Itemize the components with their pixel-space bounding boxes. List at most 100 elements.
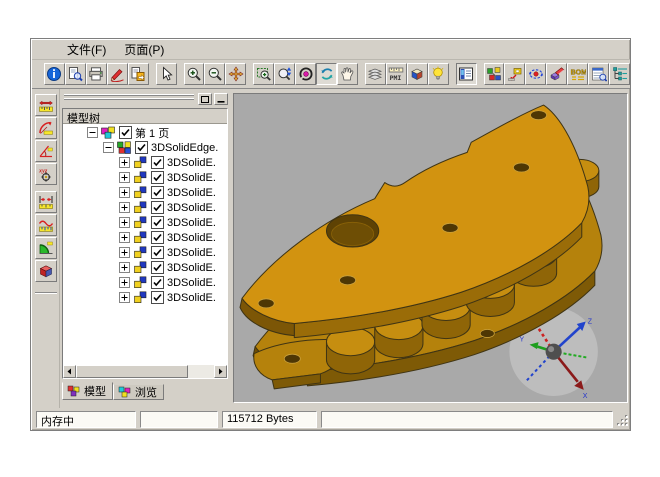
redline-button[interactable] (107, 63, 128, 85)
move-part-button[interactable] (504, 63, 525, 85)
measure-angle-button[interactable] (35, 140, 57, 162)
expand-icon[interactable] (119, 232, 130, 243)
expand-icon[interactable] (119, 277, 130, 288)
assembly-button[interactable] (484, 63, 505, 85)
pan-button[interactable] (337, 63, 358, 85)
expand-icon[interactable] (119, 157, 130, 168)
visibility-checkbox[interactable] (135, 141, 148, 154)
print-preview-button[interactable] (65, 63, 86, 85)
dock-minimize-button[interactable] (214, 93, 228, 105)
tab-model[interactable]: 模型 (62, 382, 113, 400)
measure-volume-button[interactable] (35, 260, 57, 282)
measure-distance-button[interactable] (35, 191, 57, 213)
tree-item-part[interactable]: 3DSolidE. (63, 155, 227, 170)
print-button[interactable] (86, 63, 107, 85)
tab-browse[interactable]: 浏览 (113, 384, 164, 400)
zoom-out-button[interactable] (204, 63, 225, 85)
expand-icon[interactable] (119, 172, 130, 183)
visibility-checkbox[interactable] (151, 156, 164, 169)
tree-item-label: 3DSolidEdge. (151, 142, 218, 154)
export-doc-button[interactable] (128, 63, 149, 85)
tree-item-part[interactable]: 3DSolidE. (63, 185, 227, 200)
tree-item-assembly[interactable]: 3DSolidEdge. (63, 140, 227, 155)
tree-item-page[interactable]: 第 1 页 (63, 125, 227, 140)
rotate-part-button[interactable] (525, 63, 546, 85)
refresh-icon (319, 66, 335, 82)
svg-text:X: X (583, 393, 588, 400)
tree-panel-tabs: 模型 浏览 (62, 382, 164, 400)
svg-text:PMI: PMI (390, 74, 402, 82)
visibility-checkbox[interactable] (151, 246, 164, 259)
render-mode-icon (409, 66, 425, 82)
expand-icon[interactable] (119, 292, 130, 303)
about-button[interactable] (44, 63, 65, 85)
dock-header[interactable] (63, 93, 228, 106)
measure-length-button[interactable] (35, 94, 57, 116)
visibility-checkbox[interactable] (151, 186, 164, 199)
tree-item-label: 3DSolidE. (167, 217, 216, 229)
app-window: 文件(F) 页面(P) PMI BOM (30, 38, 631, 431)
tree-list-button[interactable] (609, 63, 630, 85)
visibility-checkbox[interactable] (151, 216, 164, 229)
tree-item-part[interactable]: 3DSolidE. (63, 245, 227, 260)
dock-restore-button[interactable] (198, 93, 212, 105)
visibility-checkbox[interactable] (151, 171, 164, 184)
tree-item-label: 第 1 页 (135, 125, 169, 141)
tree-item-part[interactable]: 3DSolidE. (63, 200, 227, 215)
visibility-checkbox[interactable] (151, 261, 164, 274)
tree-item-part[interactable]: 3DSolidE. (63, 170, 227, 185)
zoom-window-button[interactable] (253, 63, 274, 85)
expand-icon[interactable] (119, 187, 130, 198)
visibility-checkbox[interactable] (151, 276, 164, 289)
visibility-checkbox[interactable] (119, 126, 132, 139)
zoom-in-button[interactable] (184, 63, 205, 85)
tree-item-part[interactable]: 3DSolidE. (63, 215, 227, 230)
tree-item-part[interactable]: 3DSolidE. (63, 260, 227, 275)
dock-gripper[interactable] (64, 94, 194, 102)
rotate-view-button[interactable] (295, 63, 316, 85)
svg-text:BOM: BOM (570, 70, 585, 77)
menu-page[interactable]: 页面(P) (115, 39, 173, 60)
tree-horizontal-scrollbar[interactable] (63, 365, 227, 378)
print-icon (88, 66, 104, 82)
tree-list-icon (612, 66, 628, 82)
scrollbar-thumb[interactable] (76, 365, 188, 378)
point-coordinate-button[interactable]: xyz (35, 163, 57, 185)
measure-radius-button[interactable] (35, 117, 57, 139)
refresh-button[interactable] (316, 63, 337, 85)
collapse-icon[interactable] (103, 142, 114, 153)
layers-button[interactable] (365, 63, 386, 85)
measure-curve-button[interactable] (35, 214, 57, 236)
bom-button[interactable]: BOM (567, 63, 588, 85)
fit-window-button[interactable] (225, 63, 246, 85)
erase-button[interactable] (546, 63, 567, 85)
scroll-left-button[interactable] (63, 365, 76, 378)
resize-grip[interactable] (615, 413, 629, 427)
visibility-checkbox[interactable] (151, 231, 164, 244)
part-icon (132, 291, 149, 304)
menu-file[interactable]: 文件(F) (58, 39, 115, 60)
assembly-icon (486, 66, 502, 82)
expand-icon[interactable] (119, 262, 130, 273)
tab-label: 模型 (84, 383, 106, 399)
collapse-icon[interactable] (87, 127, 98, 138)
visibility-checkbox[interactable] (151, 291, 164, 304)
pmi-button[interactable]: PMI (386, 63, 407, 85)
tree-panel-toggle-button[interactable] (456, 63, 477, 85)
visibility-checkbox[interactable] (151, 201, 164, 214)
menu-bar: 文件(F) 页面(P) (32, 40, 630, 60)
report-button[interactable] (588, 63, 609, 85)
expand-icon[interactable] (119, 202, 130, 213)
select-button[interactable] (156, 63, 177, 85)
light-button[interactable] (428, 63, 449, 85)
scroll-right-button[interactable] (214, 365, 227, 378)
tree-item-part[interactable]: 3DSolidE. (63, 230, 227, 245)
render-mode-button[interactable] (407, 63, 428, 85)
expand-icon[interactable] (119, 247, 130, 258)
zoom-dynamic-button[interactable] (274, 63, 295, 85)
viewport-3d[interactable]: Z Y X (233, 93, 628, 403)
measure-area-button[interactable] (35, 237, 57, 259)
tree-item-part[interactable]: 3DSolidE. (63, 290, 227, 305)
tree-item-part[interactable]: 3DSolidE. (63, 275, 227, 290)
expand-icon[interactable] (119, 217, 130, 228)
